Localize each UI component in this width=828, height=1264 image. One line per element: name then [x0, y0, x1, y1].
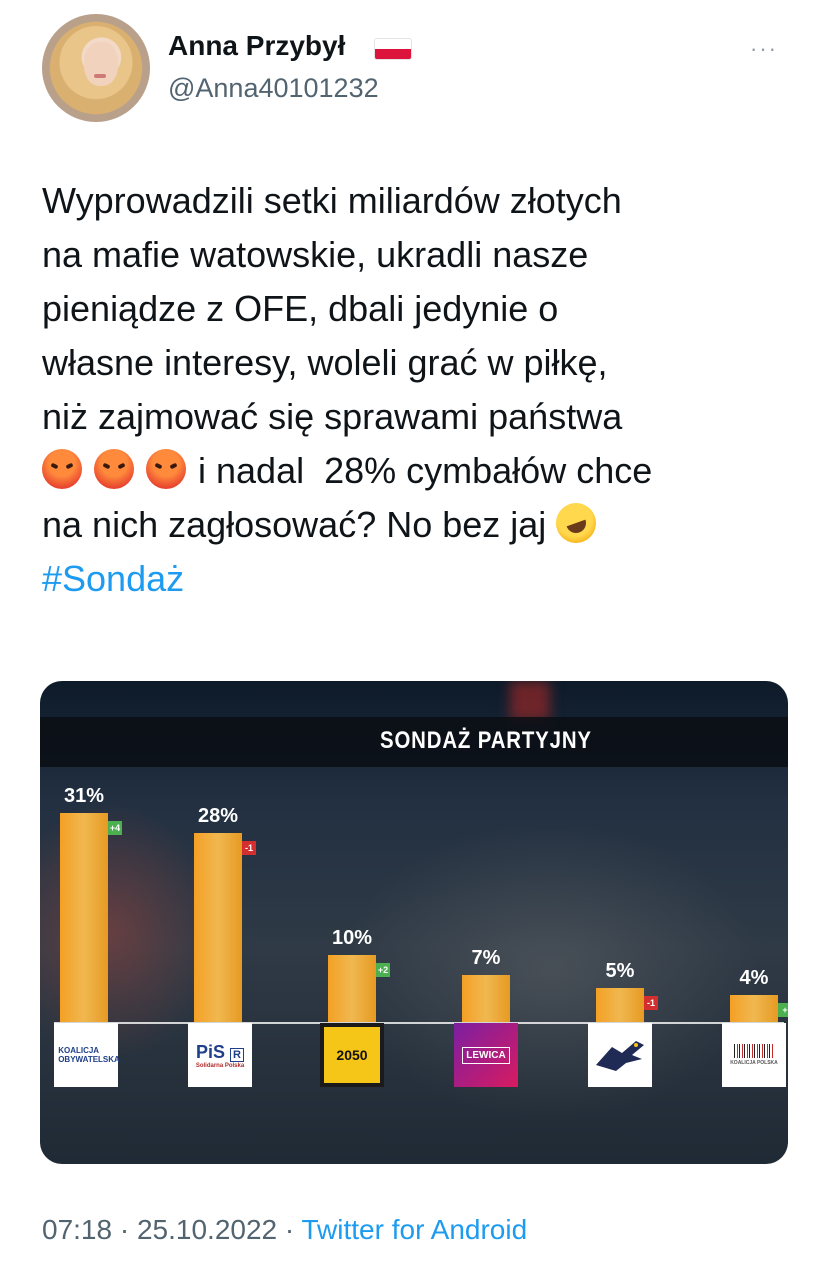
- more-options-icon[interactable]: ···: [750, 36, 778, 62]
- tweet-line: na mafie watowskie, ukradli nasze: [42, 234, 589, 275]
- tweet-line: pieniądze z OFE, dbali jedynie o: [42, 288, 559, 329]
- tweet-line: na nich zagłosować? No bez jaj: [42, 504, 547, 545]
- avatar-face: [84, 42, 118, 86]
- display-name[interactable]: Anna Przybył: [168, 30, 345, 62]
- bar-change-badge: +4: [108, 820, 122, 835]
- koalicja-polska-logo: KOALICJA POLSKA: [722, 1023, 786, 1087]
- bar-value-label: 5%: [605, 960, 635, 983]
- chart-bar: [596, 988, 644, 1022]
- tweet-line: własne interesy, woleli grać w piłkę,: [42, 342, 608, 383]
- tweet-source-link[interactable]: Twitter for Android: [302, 1214, 528, 1245]
- tweet-line: i nadal 28% cymbałów chce: [198, 450, 653, 491]
- user-avatar[interactable]: [42, 14, 150, 122]
- barcode-stripes: [734, 1044, 774, 1058]
- chart-bar: [194, 833, 242, 1022]
- bar-value-label: 10%: [331, 926, 373, 949]
- tweet-time[interactable]: 07:18: [42, 1214, 112, 1245]
- rolling-on-floor-laughing-icon: [550, 497, 602, 549]
- polska-2050-logo: 2050: [320, 1023, 384, 1087]
- tweet-date[interactable]: 25.10.2022: [137, 1214, 277, 1245]
- meta-separator: ·: [119, 1214, 130, 1245]
- chart-bar: [328, 954, 376, 1022]
- tweet-media-image[interactable]: SONDAŻ PARTYJNY 31% +4 28% -1 10% +2 7% 5% -1 4% +…: [40, 681, 788, 1164]
- poland-flag-icon: [374, 38, 412, 60]
- bar-value-label: 28%: [197, 805, 239, 827]
- bar-change-badge: +: [778, 1003, 788, 1017]
- lewica-logo: LEWICA: [454, 1023, 518, 1087]
- meta-separator: ·: [284, 1214, 295, 1245]
- konfederacja-logo: [588, 1023, 652, 1087]
- angry-face-icon: [146, 449, 186, 489]
- tweet-meta: 07:18 · 25.10.2022 · Twitter for Android: [42, 1214, 527, 1246]
- tweet-line-6: i nadal 28% cymbałów chce: [42, 444, 802, 498]
- angry-face-icon: [94, 449, 134, 489]
- koalicja-obywatelska-logo: KOALICJA OBYWATELSKA: [54, 1023, 120, 1087]
- bar-change-badge: -1: [242, 841, 256, 855]
- tweet-line-7: na nich zagłosować? No bez jaj: [42, 497, 802, 552]
- chart-baseline: [54, 1022, 784, 1024]
- chart-bar: [60, 812, 108, 1022]
- chart-bar: [462, 974, 510, 1022]
- bar-change-badge: +2: [376, 962, 390, 977]
- pis-logo: PiS R Solidarna Polska: [188, 1023, 252, 1087]
- eagle-icon: [596, 1041, 644, 1071]
- hashtag-link[interactable]: #Sondaż: [42, 552, 802, 606]
- bar-value-label: 31%: [63, 784, 105, 807]
- tweet-text: Wyprowadzili setki miliardów złotych na …: [42, 174, 802, 606]
- angry-face-icon: [42, 449, 82, 489]
- chart-bar: [730, 995, 778, 1022]
- bar-value-label: 4%: [739, 967, 769, 989]
- tweet-line: niż zajmować się sprawami państwa: [42, 396, 623, 437]
- chart-title: SONDAŻ PARTYJNY: [380, 727, 592, 754]
- user-handle[interactable]: @Anna40101232: [168, 73, 379, 104]
- bar-change-badge: -1: [644, 996, 658, 1011]
- tweet-line: Wyprowadzili setki miliardów złotych: [42, 180, 622, 221]
- bar-value-label: 7%: [471, 946, 501, 969]
- avatar-lips: [94, 74, 106, 78]
